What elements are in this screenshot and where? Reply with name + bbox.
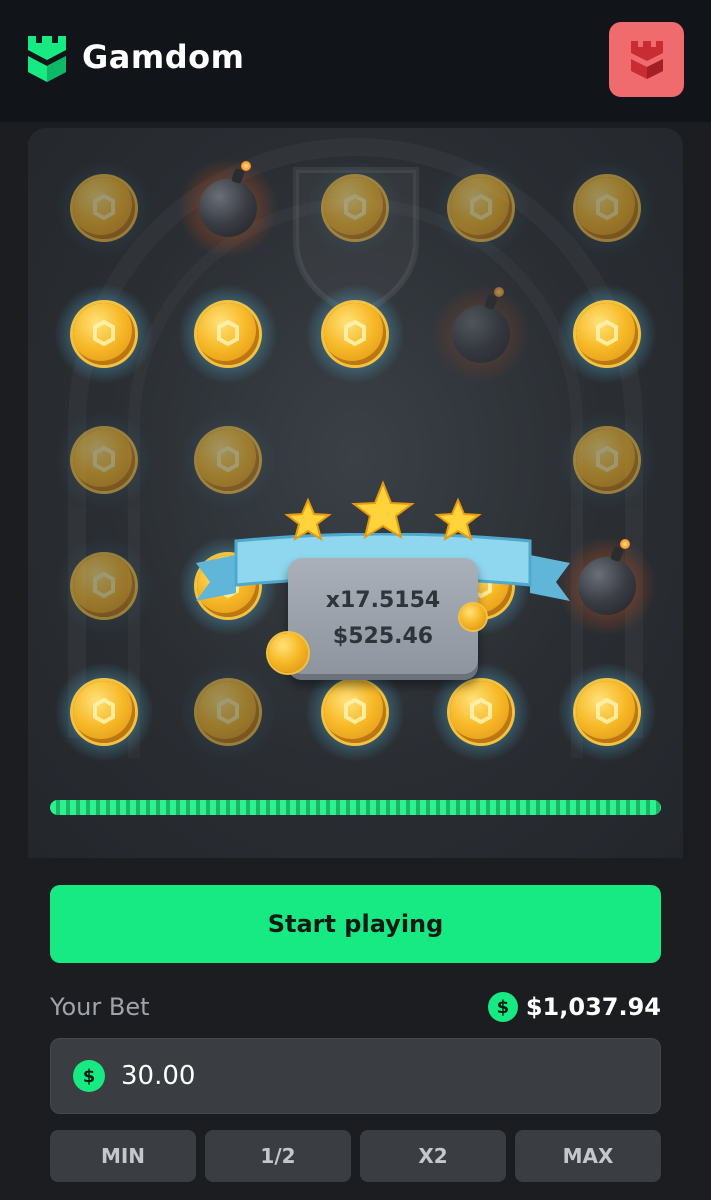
stars-rating xyxy=(284,480,482,542)
star-icon xyxy=(284,497,332,542)
coin-icon xyxy=(197,681,259,743)
min-bet-button[interactable]: MIN xyxy=(50,1130,196,1182)
castle-icon xyxy=(28,36,66,82)
bomb-icon xyxy=(578,539,636,615)
coin-tile[interactable] xyxy=(557,662,657,762)
coin-icon xyxy=(73,681,135,743)
balance-value: $1,037.94 xyxy=(525,993,661,1021)
coin-icon xyxy=(324,177,386,239)
flying-coin xyxy=(268,633,308,673)
coin-icon xyxy=(73,303,135,365)
bomb-tile[interactable] xyxy=(557,536,657,636)
bomb-icon xyxy=(199,161,257,237)
coin-tile[interactable] xyxy=(54,662,154,762)
brand-name: Gamdom xyxy=(82,38,245,76)
bomb-icon xyxy=(452,287,510,363)
coin-icon xyxy=(450,177,512,239)
star-icon xyxy=(434,497,482,542)
coin-icon xyxy=(576,303,638,365)
flying-coin xyxy=(460,604,486,630)
fuse-spark xyxy=(241,161,251,171)
coin-tile[interactable] xyxy=(557,158,657,258)
coin-tile[interactable] xyxy=(54,410,154,510)
coin-tile[interactable] xyxy=(54,284,154,384)
win-amount: $525.46 xyxy=(332,624,434,649)
bet-amount-value[interactable]: 30.00 xyxy=(121,1061,195,1091)
half-bet-button[interactable]: 1/2 xyxy=(205,1130,351,1182)
win-multiplier: x17.5154 xyxy=(325,588,441,613)
win-panel: x17.5154 $525.46 xyxy=(196,478,570,688)
dollar-icon: $ xyxy=(73,1060,105,1092)
bet-label: Your Bet xyxy=(50,993,150,1021)
coin-icon xyxy=(576,429,638,491)
fuse-spark xyxy=(620,539,630,549)
brand-logo[interactable]: Gamdom xyxy=(26,32,244,82)
coin-icon xyxy=(450,681,512,743)
fuse-spark xyxy=(494,287,504,297)
coin-icon xyxy=(324,303,386,365)
coin-tile[interactable] xyxy=(305,158,405,258)
start-playing-button[interactable]: Start playing xyxy=(50,885,661,963)
coin-tile[interactable] xyxy=(54,536,154,636)
dollar-icon: $ xyxy=(487,992,518,1022)
double-bet-button[interactable]: X2 xyxy=(360,1130,506,1182)
coin-tile[interactable] xyxy=(431,158,531,258)
top-header: Gamdom xyxy=(0,0,711,122)
coin-tile[interactable] xyxy=(305,284,405,384)
coin-tile[interactable] xyxy=(178,284,278,384)
balance-display: $ $1,037.94 xyxy=(487,992,661,1022)
bomb-tile[interactable] xyxy=(431,284,531,384)
castle-tower-icon xyxy=(630,40,663,79)
coin-icon xyxy=(73,177,135,239)
coin-icon xyxy=(73,555,135,617)
coin-tile[interactable] xyxy=(557,284,657,384)
coin-tile[interactable] xyxy=(54,158,154,258)
win-plaque: x17.5154 $525.46 xyxy=(288,558,478,680)
coin-icon xyxy=(197,303,259,365)
star-icon xyxy=(351,480,415,540)
max-bet-button[interactable]: MAX xyxy=(515,1130,661,1182)
account-button[interactable] xyxy=(609,22,684,97)
coin-icon xyxy=(576,177,638,239)
bet-amount-input[interactable]: $ 30.00 xyxy=(50,1038,661,1114)
round-progress-bar xyxy=(50,800,661,815)
coin-tile[interactable] xyxy=(557,410,657,510)
progress-fill xyxy=(50,800,661,815)
coin-icon xyxy=(73,429,135,491)
coin-icon xyxy=(576,681,638,743)
bomb-tile[interactable] xyxy=(178,158,278,258)
game-board: x17.5154 $525.46 xyxy=(28,128,683,858)
coin-icon xyxy=(324,681,386,743)
